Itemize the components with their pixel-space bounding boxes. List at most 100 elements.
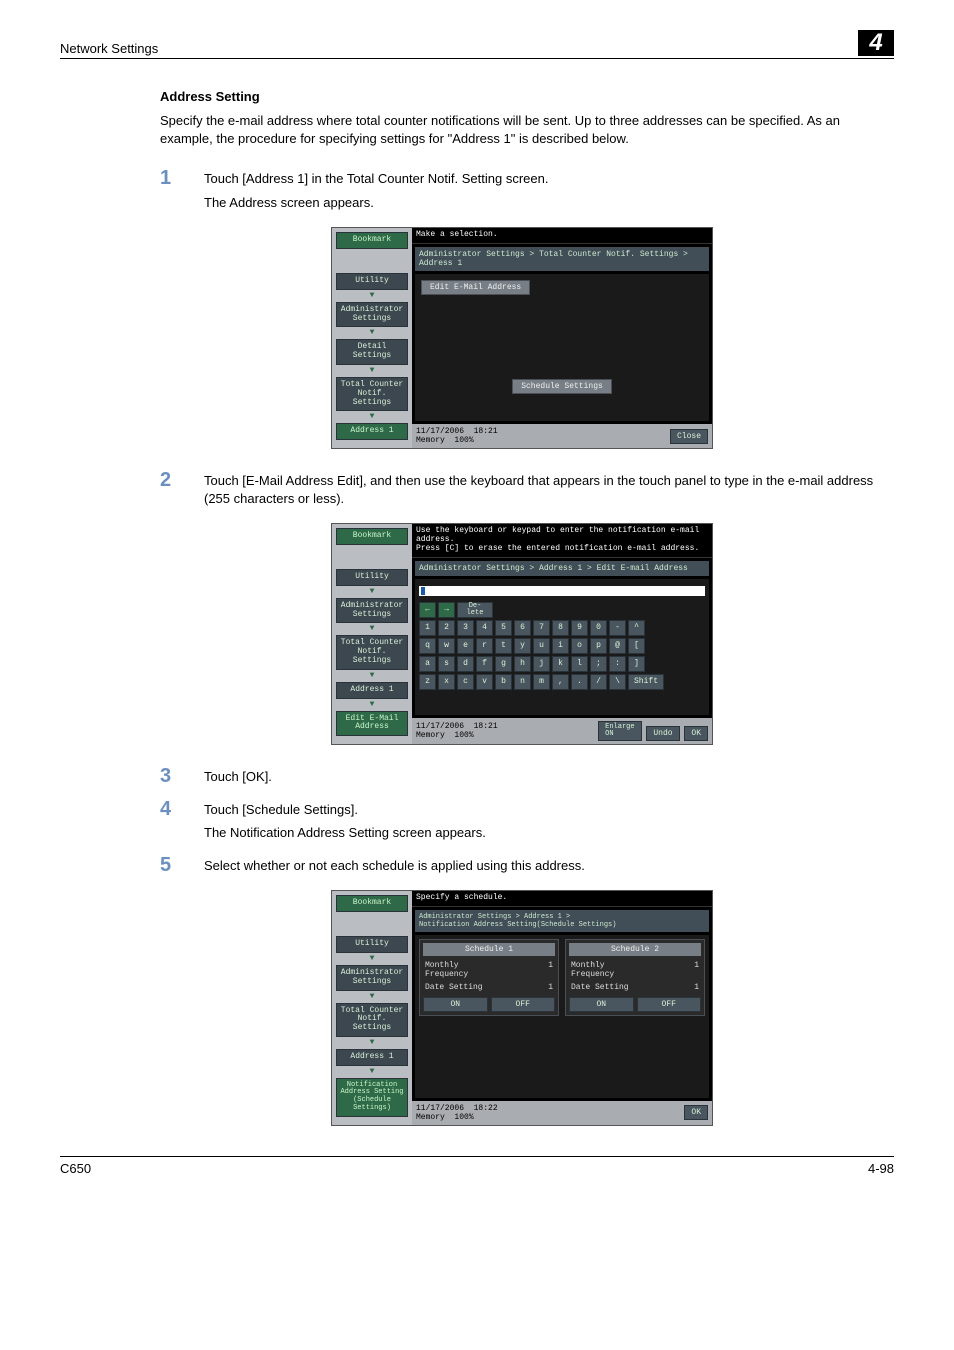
schedule1-off-button[interactable]: OFF: [491, 997, 556, 1012]
sidebar-item-address1[interactable]: Address 1: [336, 682, 408, 699]
key[interactable]: q: [419, 638, 436, 654]
label-date-setting: Date Setting: [571, 983, 629, 992]
label-monthly-frequency: Monthly Frequency: [571, 961, 614, 979]
schedule1-on-button[interactable]: ON: [423, 997, 488, 1012]
sidebar-item-edit-email[interactable]: Edit E-Mail Address: [336, 711, 408, 737]
schedule-2-panel: Schedule 2 Monthly Frequency 1 Date Sett…: [565, 939, 705, 1016]
key[interactable]: 3: [457, 620, 474, 636]
key[interactable]: f: [476, 656, 493, 672]
schedule2-on-button[interactable]: ON: [569, 997, 634, 1012]
ok-button[interactable]: OK: [684, 726, 708, 741]
chapter-number-badge: 4: [858, 30, 894, 56]
key[interactable]: l: [571, 656, 588, 672]
keyboard-row-2: q w e r t y u i o p @ [: [419, 638, 705, 654]
sidebar-item-admin-settings[interactable]: Administrator Settings: [336, 598, 408, 624]
key[interactable]: v: [476, 674, 493, 690]
key[interactable]: 5: [495, 620, 512, 636]
key[interactable]: g: [495, 656, 512, 672]
key[interactable]: m: [533, 674, 550, 690]
key[interactable]: 4: [476, 620, 493, 636]
sidebar-item-address1[interactable]: Address 1: [336, 423, 408, 440]
key[interactable]: j: [533, 656, 550, 672]
key[interactable]: w: [438, 638, 455, 654]
value-date-setting: 1: [548, 983, 553, 992]
key[interactable]: k: [552, 656, 569, 672]
sidebar-item-admin-settings[interactable]: Administrator Settings: [336, 965, 408, 991]
key[interactable]: h: [514, 656, 531, 672]
key[interactable]: y: [514, 638, 531, 654]
chevron-down-icon: ▼: [336, 624, 408, 633]
key[interactable]: u: [533, 638, 550, 654]
step-number: 5: [160, 854, 204, 881]
key[interactable]: ,: [552, 674, 569, 690]
arrow-left-button[interactable]: ←: [419, 602, 436, 618]
key[interactable]: 1: [419, 620, 436, 636]
step-text: The Notification Address Setting screen …: [204, 824, 884, 842]
key[interactable]: 6: [514, 620, 531, 636]
key[interactable]: p: [590, 638, 607, 654]
key[interactable]: @: [609, 638, 626, 654]
sidebar-item-tc-notif[interactable]: Total Counter Notif. Settings: [336, 1003, 408, 1037]
key[interactable]: 7: [533, 620, 550, 636]
key[interactable]: ]: [628, 656, 645, 672]
keyboard-row-1: 1 2 3 4 5 6 7 8 9 0 - ^: [419, 620, 705, 636]
key[interactable]: s: [438, 656, 455, 672]
key[interactable]: i: [552, 638, 569, 654]
key[interactable]: n: [514, 674, 531, 690]
keyboard-row-3: a s d f g h j k l ; : ]: [419, 656, 705, 672]
key[interactable]: [: [628, 638, 645, 654]
key[interactable]: o: [571, 638, 588, 654]
sidebar-item-detail-settings[interactable]: Detail Settings: [336, 339, 408, 365]
breadcrumb: Administrator Settings > Address 1 > Edi…: [415, 561, 709, 576]
email-input[interactable]: [419, 586, 705, 596]
key[interactable]: c: [457, 674, 474, 690]
sidebar-item-tc-notif[interactable]: Total Counter Notif. Settings: [336, 635, 408, 669]
key[interactable]: z: [419, 674, 436, 690]
sidebar-item-address1[interactable]: Address 1: [336, 1049, 408, 1066]
chevron-down-icon: ▼: [336, 328, 408, 337]
undo-button[interactable]: Undo: [646, 726, 679, 741]
key[interactable]: e: [457, 638, 474, 654]
key[interactable]: d: [457, 656, 474, 672]
screen-instruction: Use the keyboard or keypad to enter the …: [412, 524, 712, 557]
keyboard-row-4: z x c v b n m , . / \ Shift: [419, 674, 705, 690]
key[interactable]: -: [609, 620, 626, 636]
sidebar-item-utility[interactable]: Utility: [336, 936, 408, 953]
close-button[interactable]: Close: [670, 429, 708, 444]
key[interactable]: 0: [590, 620, 607, 636]
sidebar-item-admin-settings[interactable]: Administrator Settings: [336, 302, 408, 328]
step-number: 3: [160, 765, 204, 792]
key[interactable]: /: [590, 674, 607, 690]
key[interactable]: b: [495, 674, 512, 690]
tab-edit-email-address[interactable]: Edit E-Mail Address: [421, 280, 530, 295]
key[interactable]: ;: [590, 656, 607, 672]
key[interactable]: :: [609, 656, 626, 672]
schedule2-off-button[interactable]: OFF: [637, 997, 702, 1012]
key[interactable]: t: [495, 638, 512, 654]
enlarge-button[interactable]: Enlarge ON: [598, 721, 641, 741]
bookmark-button[interactable]: Bookmark: [336, 528, 408, 545]
key[interactable]: 9: [571, 620, 588, 636]
key[interactable]: ^: [628, 620, 645, 636]
ok-button[interactable]: OK: [684, 1105, 708, 1120]
sidebar-item-tc-notif[interactable]: Total Counter Notif. Settings: [336, 377, 408, 411]
key[interactable]: 8: [552, 620, 569, 636]
chevron-down-icon: ▼: [336, 700, 408, 709]
tab-schedule-settings[interactable]: Schedule Settings: [512, 379, 612, 394]
sidebar-item-utility[interactable]: Utility: [336, 273, 408, 290]
value-monthly-frequency: 1: [694, 961, 699, 979]
key[interactable]: \: [609, 674, 626, 690]
sidebar-item-notif-address-setting[interactable]: Notification Address Setting (Schedule S…: [336, 1078, 408, 1117]
delete-button[interactable]: De- lete: [457, 602, 493, 618]
key[interactable]: r: [476, 638, 493, 654]
key[interactable]: .: [571, 674, 588, 690]
bookmark-button[interactable]: Bookmark: [336, 232, 408, 249]
arrow-right-button[interactable]: →: [438, 602, 455, 618]
bookmark-button[interactable]: Bookmark: [336, 895, 408, 912]
key[interactable]: a: [419, 656, 436, 672]
step-text: Touch [OK].: [204, 768, 884, 786]
shift-button[interactable]: Shift: [628, 674, 664, 690]
key[interactable]: 2: [438, 620, 455, 636]
key[interactable]: x: [438, 674, 455, 690]
sidebar-item-utility[interactable]: Utility: [336, 569, 408, 586]
